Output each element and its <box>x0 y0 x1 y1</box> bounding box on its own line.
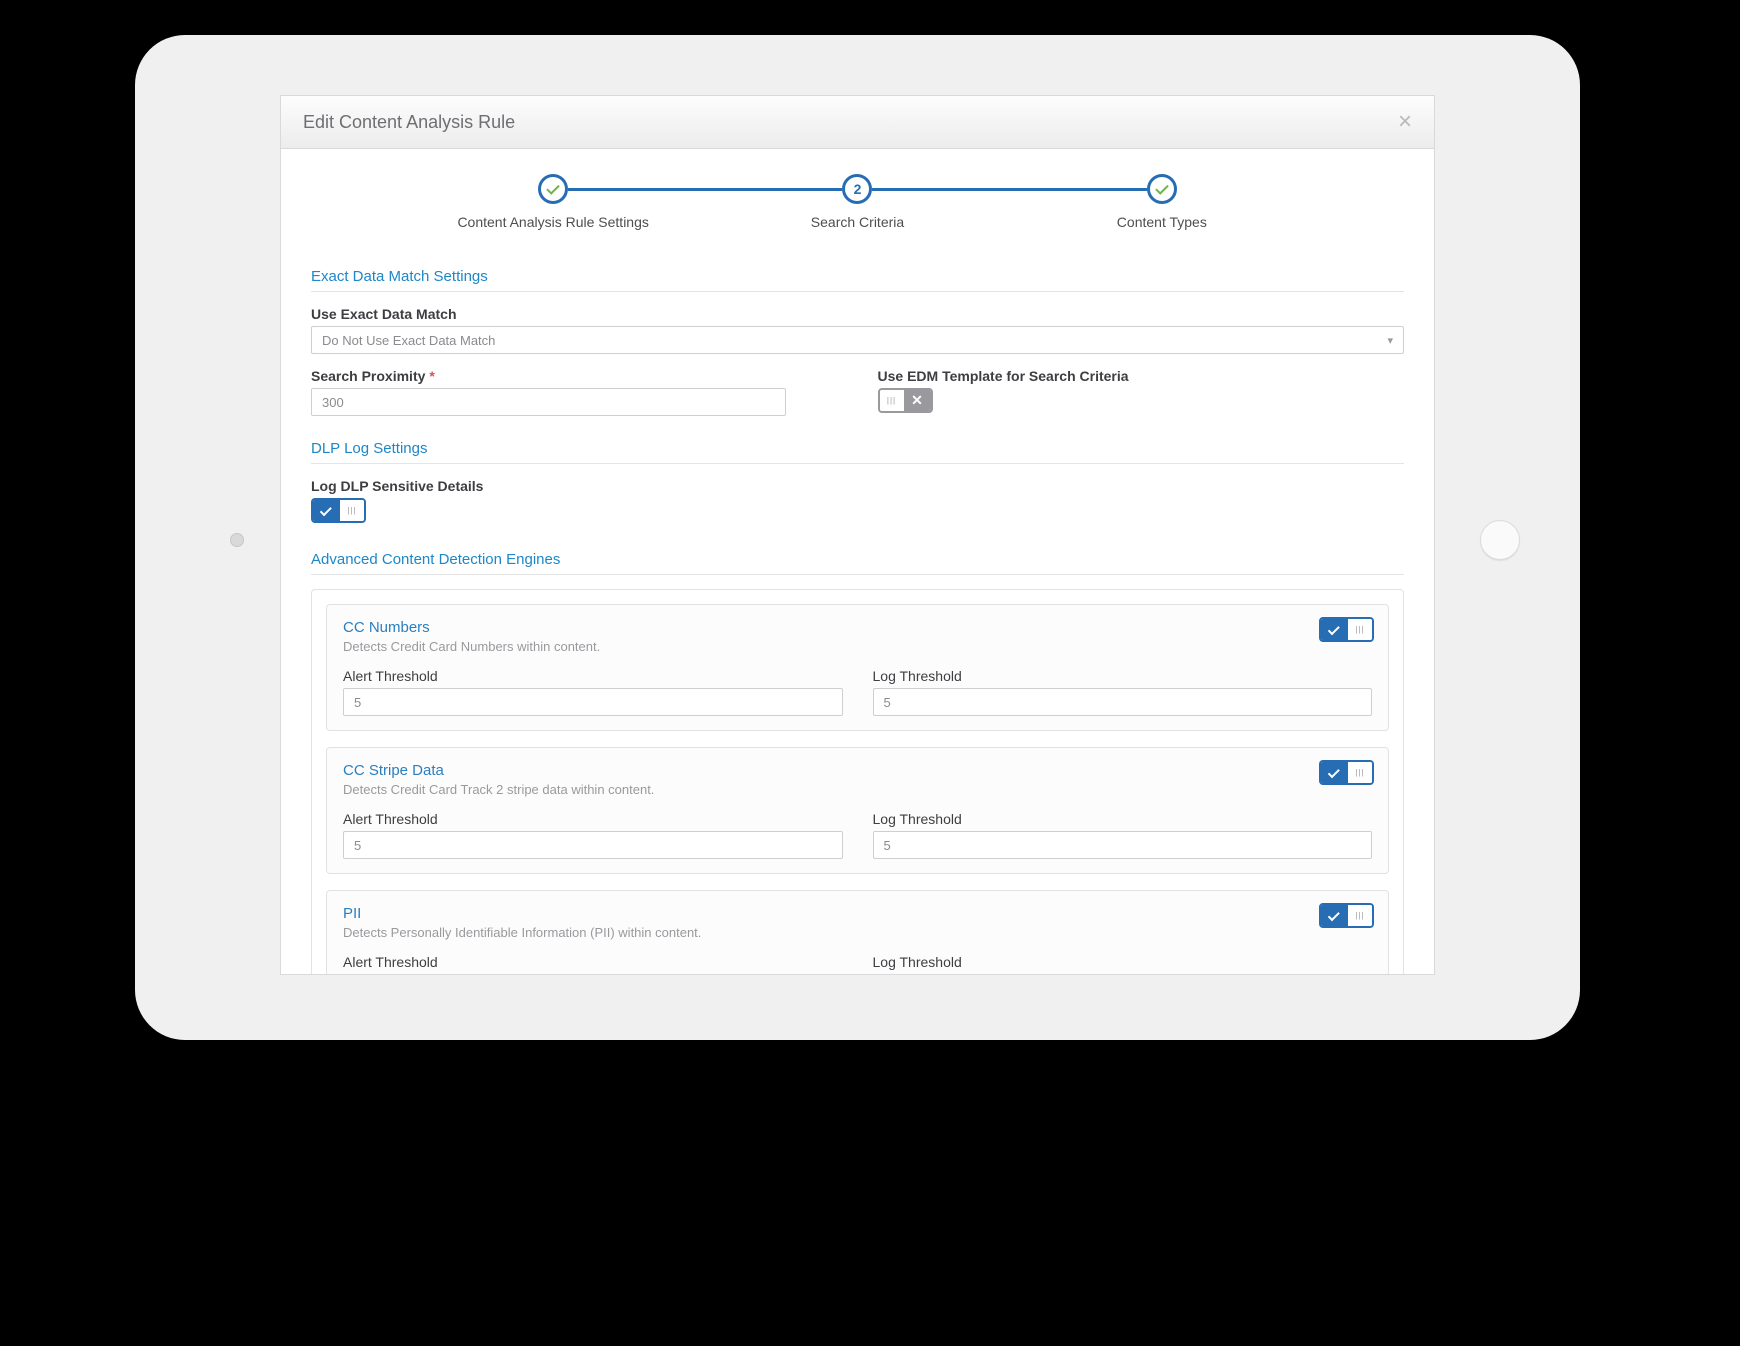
log-threshold-value: 5 <box>884 838 891 853</box>
modal-title: Edit Content Analysis Rule <box>303 112 515 133</box>
tablet-camera <box>230 533 244 547</box>
check-icon <box>1321 619 1348 640</box>
step-2-label: Search Criteria <box>811 214 904 230</box>
step-1[interactable]: Content Analysis Rule Settings <box>401 174 705 230</box>
engine-description: Detects Credit Card Track 2 stripe data … <box>343 782 1372 797</box>
log-threshold-label: Log Threshold <box>873 668 1373 684</box>
toggle-handle-icon <box>1348 619 1372 640</box>
engine-pii: PII Detects Personally Identifiable Info… <box>326 890 1389 975</box>
close-icon[interactable]: × <box>1398 110 1412 134</box>
step-2-circle: 2 <box>842 174 872 204</box>
toggle-handle-icon <box>1348 762 1372 783</box>
step-2[interactable]: 2 Search Criteria <box>705 174 1009 230</box>
required-asterisk: * <box>429 368 434 384</box>
engine-description: Detects Credit Card Numbers within conte… <box>343 639 1372 654</box>
engine-description: Detects Personally Identifiable Informat… <box>343 925 1372 940</box>
engine-cc-stripe: CC Stripe Data Detects Credit Card Track… <box>326 747 1389 874</box>
step-1-label: Content Analysis Rule Settings <box>457 214 648 230</box>
alert-threshold-input[interactable]: 5 <box>343 688 843 716</box>
check-icon <box>1321 762 1348 783</box>
engine-toggle[interactable] <box>1319 903 1374 928</box>
edm-template-label: Use EDM Template for Search Criteria <box>878 368 1405 384</box>
step-connector <box>872 188 1146 191</box>
modal-header: Edit Content Analysis Rule × <box>281 96 1434 149</box>
use-edm-label: Use Exact Data Match <box>311 306 1404 322</box>
edm-template-toggle[interactable]: ✕ <box>878 388 933 413</box>
use-edm-label-text: Use Exact Data Match <box>311 306 457 322</box>
modal-body: Exact Data Match Settings Use Exact Data… <box>281 240 1434 975</box>
log-threshold-input[interactable]: 5 <box>873 688 1373 716</box>
section-edm-title: Exact Data Match Settings <box>311 258 1404 292</box>
alert-threshold-label: Alert Threshold <box>343 668 843 684</box>
tablet-frame: Edit Content Analysis Rule × Content Ana… <box>135 35 1580 1040</box>
toggle-handle-icon <box>880 390 904 411</box>
toggle-handle-icon <box>340 500 364 521</box>
log-dlp-label-text: Log DLP Sensitive Details <box>311 478 483 494</box>
alert-threshold-label: Alert Threshold <box>343 811 843 827</box>
step-3[interactable]: Content Types <box>1010 174 1314 230</box>
search-proximity-input[interactable]: 300 <box>311 388 786 416</box>
use-edm-select[interactable]: Do Not Use Exact Data Match <box>311 326 1404 354</box>
engine-toggle[interactable] <box>1319 617 1374 642</box>
engine-cc-numbers: CC Numbers Detects Credit Card Numbers w… <box>326 604 1389 731</box>
tablet-home-button[interactable] <box>1480 520 1520 560</box>
engine-toggle[interactable] <box>1319 760 1374 785</box>
toggle-x-icon: ✕ <box>904 390 931 411</box>
check-icon <box>1321 905 1348 926</box>
modal-window: Edit Content Analysis Rule × Content Ana… <box>280 95 1435 975</box>
alert-threshold-value: 5 <box>354 838 361 853</box>
step-connector <box>568 188 842 191</box>
step-1-circle <box>538 174 568 204</box>
step-3-circle <box>1147 174 1177 204</box>
search-proximity-value: 300 <box>322 395 344 410</box>
step-3-label: Content Types <box>1117 214 1207 230</box>
log-threshold-label: Log Threshold <box>873 954 1373 970</box>
toggle-handle-icon <box>1348 905 1372 926</box>
section-dlp-title: DLP Log Settings <box>311 430 1404 464</box>
log-threshold-input[interactable]: 5 <box>873 831 1373 859</box>
edm-template-label-text: Use EDM Template for Search Criteria <box>878 368 1129 384</box>
engine-title: CC Stripe Data <box>343 762 1372 779</box>
wizard-stepper: Content Analysis Rule Settings 2 Search … <box>281 149 1434 240</box>
section-engines-title: Advanced Content Detection Engines <box>311 541 1404 575</box>
engine-title: PII <box>343 905 1372 922</box>
use-edm-select-value: Do Not Use Exact Data Match <box>322 333 495 348</box>
log-dlp-toggle[interactable] <box>311 498 366 523</box>
engines-container: CC Numbers Detects Credit Card Numbers w… <box>311 589 1404 975</box>
alert-threshold-label: Alert Threshold <box>343 954 843 970</box>
search-proximity-label: Search Proximity * <box>311 368 838 384</box>
log-threshold-value: 5 <box>884 695 891 710</box>
alert-threshold-value: 5 <box>354 695 361 710</box>
engine-title: CC Numbers <box>343 619 1372 636</box>
search-proximity-label-text: Search Proximity <box>311 368 425 384</box>
log-threshold-label: Log Threshold <box>873 811 1373 827</box>
check-icon <box>313 500 340 521</box>
alert-threshold-input[interactable]: 5 <box>343 831 843 859</box>
log-dlp-label: Log DLP Sensitive Details <box>311 478 1404 494</box>
